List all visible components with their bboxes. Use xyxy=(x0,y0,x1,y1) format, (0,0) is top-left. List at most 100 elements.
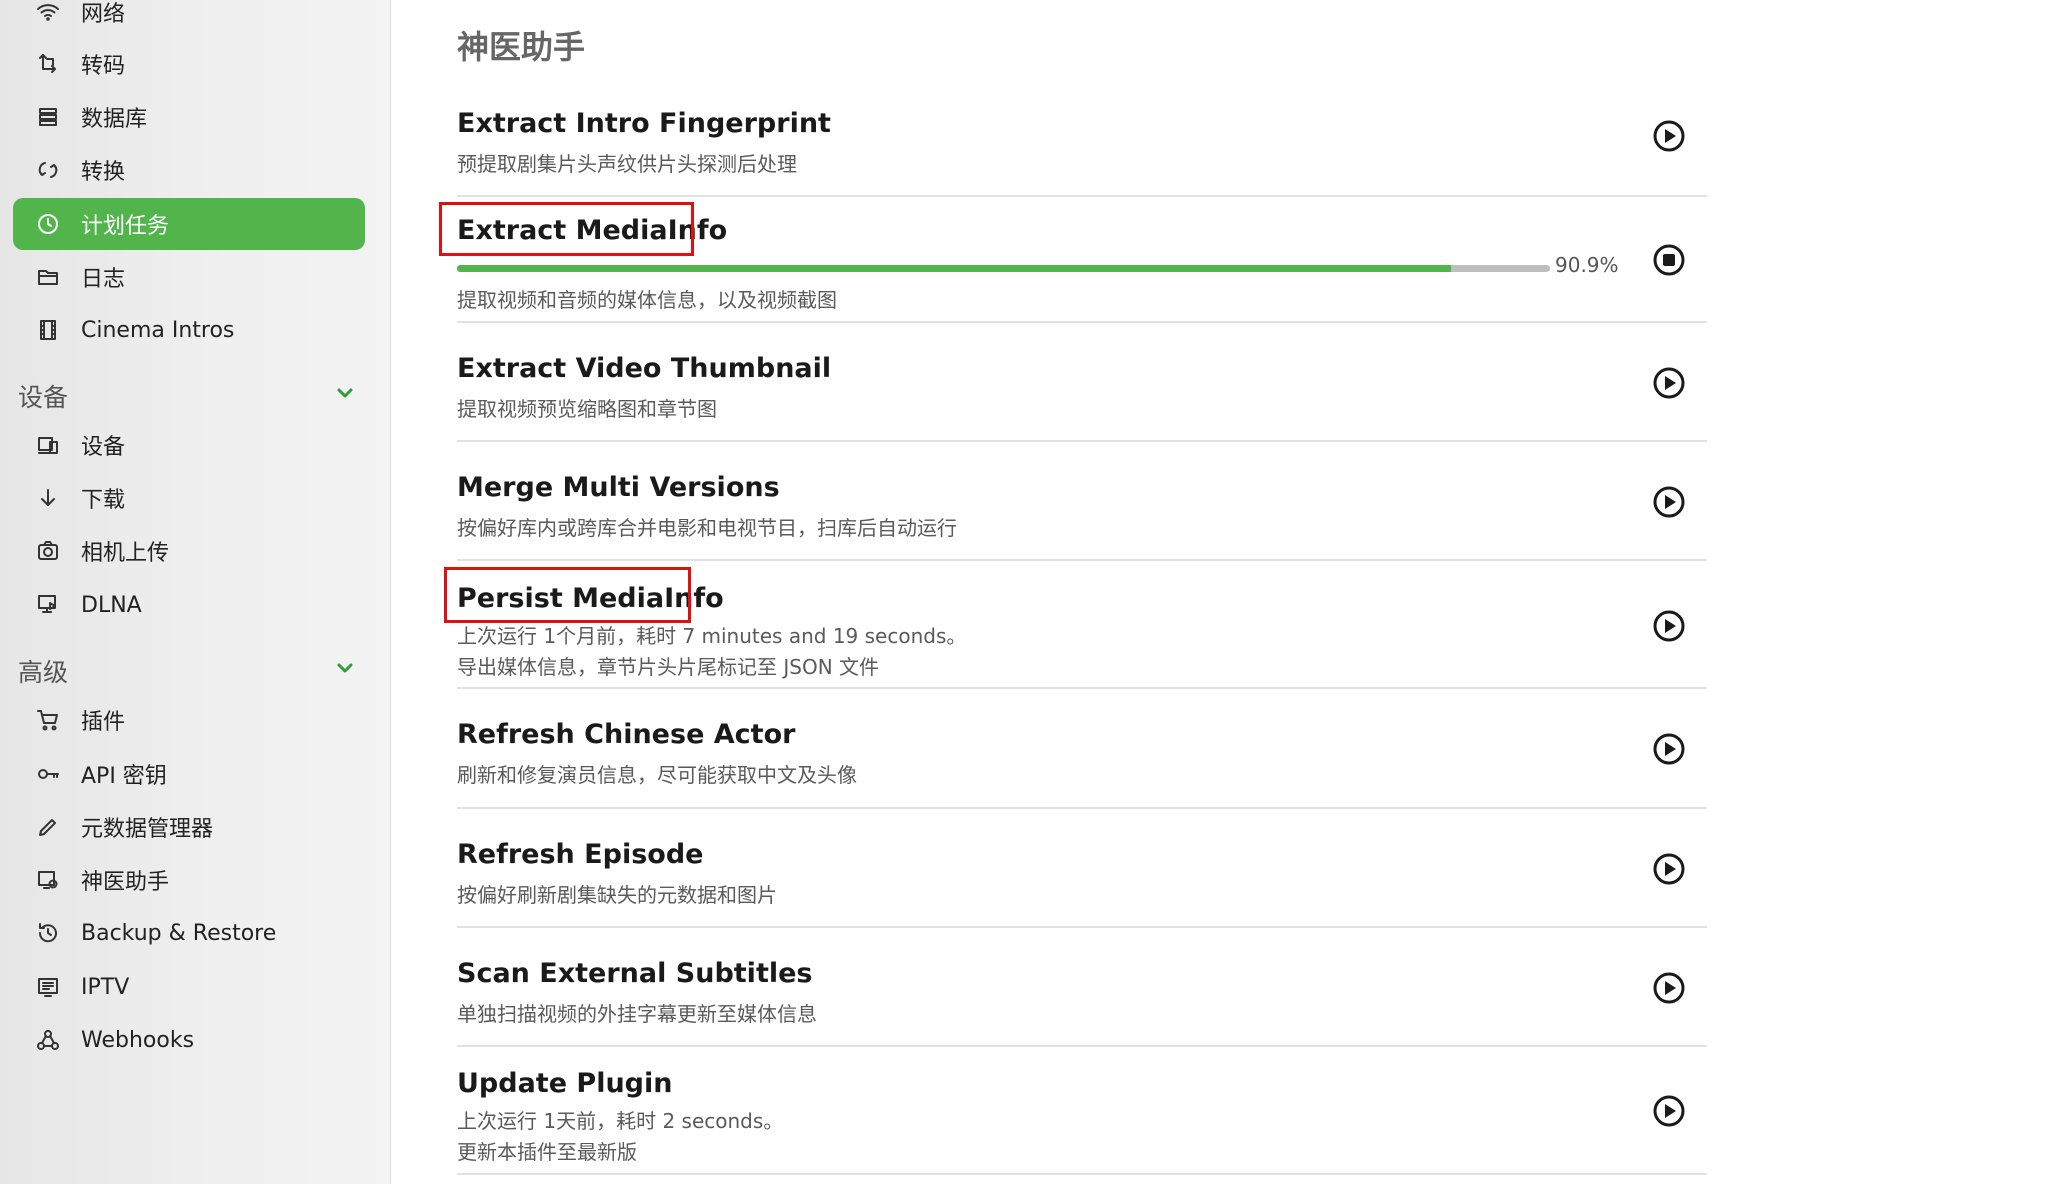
history-icon xyxy=(35,920,61,946)
sidebar-item-label: Cinema Intros xyxy=(81,317,235,343)
play-icon xyxy=(1653,853,1685,885)
play-icon xyxy=(1653,733,1685,765)
cart-icon xyxy=(35,707,61,733)
play-button[interactable] xyxy=(1651,608,1687,644)
stop-icon xyxy=(1653,244,1685,276)
play-button[interactable] xyxy=(1651,731,1687,767)
task-name[interactable]: Merge Multi Versions xyxy=(457,472,780,503)
task-row: Extract MediaInfo 90.9% 提取视频和音频的媒体信息，以及视… xyxy=(457,197,1707,323)
task-name[interactable]: Extract Video Thumbnail xyxy=(457,353,831,384)
sidebar-item-label: 插件 xyxy=(81,710,126,735)
task-name[interactable]: Extract Intro Fingerprint xyxy=(457,108,831,139)
task-name[interactable]: Refresh Episode xyxy=(457,839,703,870)
task-description: 单独扫描视频的外挂字幕更新至媒体信息 xyxy=(457,1002,817,1026)
play-icon xyxy=(1653,1095,1685,1127)
sidebar-item-devices[interactable]: 设备 xyxy=(13,419,365,471)
sidebar-item-logs[interactable]: 日志 xyxy=(13,251,365,303)
play-button[interactable] xyxy=(1651,1093,1687,1129)
task-row: Update Plugin 上次运行 1天前，耗时 2 seconds。 更新本… xyxy=(457,1047,1707,1175)
play-button[interactable] xyxy=(1651,970,1687,1006)
chevron-down-icon xyxy=(333,381,363,411)
sidebar-item-label: 网络 xyxy=(81,2,126,27)
sidebar-item-transcode[interactable]: 转码 xyxy=(13,38,365,90)
section-title: 设备 xyxy=(18,383,69,412)
sidebar-item-label: IPTV xyxy=(81,974,130,1000)
clock-icon xyxy=(35,211,61,237)
sidebar-item-label: Webhooks xyxy=(81,1027,195,1053)
progress-percent: 90.9% xyxy=(1555,253,1619,277)
sidebar-item-label: 日志 xyxy=(81,267,126,292)
task-description: 刷新和修复演员信息，尽可能获取中文及头像 xyxy=(457,763,857,787)
play-button[interactable] xyxy=(1651,851,1687,887)
sidebar-item-label: 转码 xyxy=(81,54,126,79)
task-name[interactable]: Refresh Chinese Actor xyxy=(457,719,795,750)
sidebar-item-cinema-intros[interactable]: Cinema Intros xyxy=(13,304,365,356)
key-icon xyxy=(35,761,61,787)
sidebar-item-metadata-manager[interactable]: 元数据管理器 xyxy=(13,801,365,853)
play-icon xyxy=(1653,972,1685,1004)
play-icon xyxy=(1653,367,1685,399)
task-status: 上次运行 1天前，耗时 2 seconds。 xyxy=(457,1109,784,1133)
task-row: Persist MediaInfo 上次运行 1个月前，耗时 7 minutes… xyxy=(457,561,1707,689)
progress-bar xyxy=(457,265,1550,272)
sidebar-item-scheduled-tasks[interactable]: 计划任务 xyxy=(13,198,365,250)
task-description: 按偏好刷新剧集缺失的元数据和图片 xyxy=(457,883,777,907)
play-button[interactable] xyxy=(1651,365,1687,401)
sidebar-item-backup-restore[interactable]: Backup & Restore xyxy=(13,907,365,959)
sidebar-item-label: 下载 xyxy=(81,488,126,513)
task-description: 提取视频预览缩略图和章节图 xyxy=(457,397,717,421)
download-icon xyxy=(35,485,61,511)
sidebar-item-database[interactable]: 数据库 xyxy=(13,91,365,143)
task-name[interactable]: Scan External Subtitles xyxy=(457,958,812,989)
section-header-advanced[interactable]: 高级 xyxy=(18,651,363,691)
task-name[interactable]: Extract MediaInfo xyxy=(457,215,727,246)
sidebar-item-label: 神医助手 xyxy=(81,870,170,895)
section-title: 高级 xyxy=(18,658,69,687)
task-description: 更新本插件至最新版 xyxy=(457,1140,637,1164)
task-description: 预提取剧集片头声纹供片头探测后处理 xyxy=(457,152,797,176)
task-name[interactable]: Update Plugin xyxy=(457,1068,673,1099)
sidebar-item-downloads[interactable]: 下载 xyxy=(13,472,365,524)
task-row: Extract Video Thumbnail 提取视频预览缩略图和章节图 xyxy=(457,323,1707,442)
sidebar-item-label: 元数据管理器 xyxy=(81,817,214,842)
task-description: 导出媒体信息，章节片头片尾标记至 JSON 文件 xyxy=(457,655,880,679)
sidebar-item-webhooks[interactable]: Webhooks xyxy=(13,1014,365,1066)
sidebar-item-iptv[interactable]: IPTV xyxy=(13,961,365,1013)
task-row: Refresh Episode 按偏好刷新剧集缺失的元数据和图片 xyxy=(457,809,1707,928)
sidebar-item-dlna[interactable]: DLNA xyxy=(13,579,365,631)
sidebar-item-label: 数据库 xyxy=(81,107,148,132)
stop-button[interactable] xyxy=(1651,242,1687,278)
task-name[interactable]: Persist MediaInfo xyxy=(457,583,724,614)
play-icon xyxy=(1653,120,1685,152)
sidebar-item-assistant[interactable]: 神医助手 xyxy=(13,854,365,906)
task-row: Merge Multi Versions 按偏好库内或跨库合并电影和电视节目，扫… xyxy=(457,442,1707,561)
database-icon xyxy=(35,104,61,130)
section-header-devices[interactable]: 设备 xyxy=(18,376,363,416)
sidebar-item-api-keys[interactable]: API 密钥 xyxy=(13,748,365,800)
page-title: 神医助手 xyxy=(457,28,586,66)
task-row: Refresh Chinese Actor 刷新和修复演员信息，尽可能获取中文及… xyxy=(457,689,1707,809)
task-row: Scan External Subtitles 单独扫描视频的外挂字幕更新至媒体… xyxy=(457,928,1707,1047)
sidebar-item-label: 计划任务 xyxy=(81,214,170,239)
sidebar-item-label: DLNA xyxy=(81,592,142,618)
progress-fill xyxy=(457,265,1451,272)
sidebar-item-network[interactable]: 网络 xyxy=(13,0,365,38)
pencil-icon xyxy=(35,814,61,840)
devices-icon xyxy=(35,432,61,458)
sidebar-item-label: Backup & Restore xyxy=(81,920,277,946)
assistant-icon xyxy=(35,867,61,893)
sidebar: 网络 转码 数据库 转换 计划任务 日志 Cinema Intros 设备 设备… xyxy=(0,0,391,1184)
sidebar-item-camera-upload[interactable]: 相机上传 xyxy=(13,525,365,577)
chevron-down-icon xyxy=(333,656,363,686)
wifi-icon xyxy=(35,0,61,25)
sidebar-item-plugins[interactable]: 插件 xyxy=(13,694,365,746)
task-description: 提取视频和音频的媒体信息，以及视频截图 xyxy=(457,288,837,312)
film-icon xyxy=(35,317,61,343)
play-button[interactable] xyxy=(1651,484,1687,520)
sidebar-item-convert[interactable]: 转换 xyxy=(13,144,365,196)
tv-list-icon xyxy=(35,974,61,1000)
sidebar-item-label: 相机上传 xyxy=(81,541,170,566)
play-icon xyxy=(1653,610,1685,642)
task-row: Extract Intro Fingerprint 预提取剧集片头声纹供片头探测… xyxy=(457,96,1707,197)
play-button[interactable] xyxy=(1651,118,1687,154)
